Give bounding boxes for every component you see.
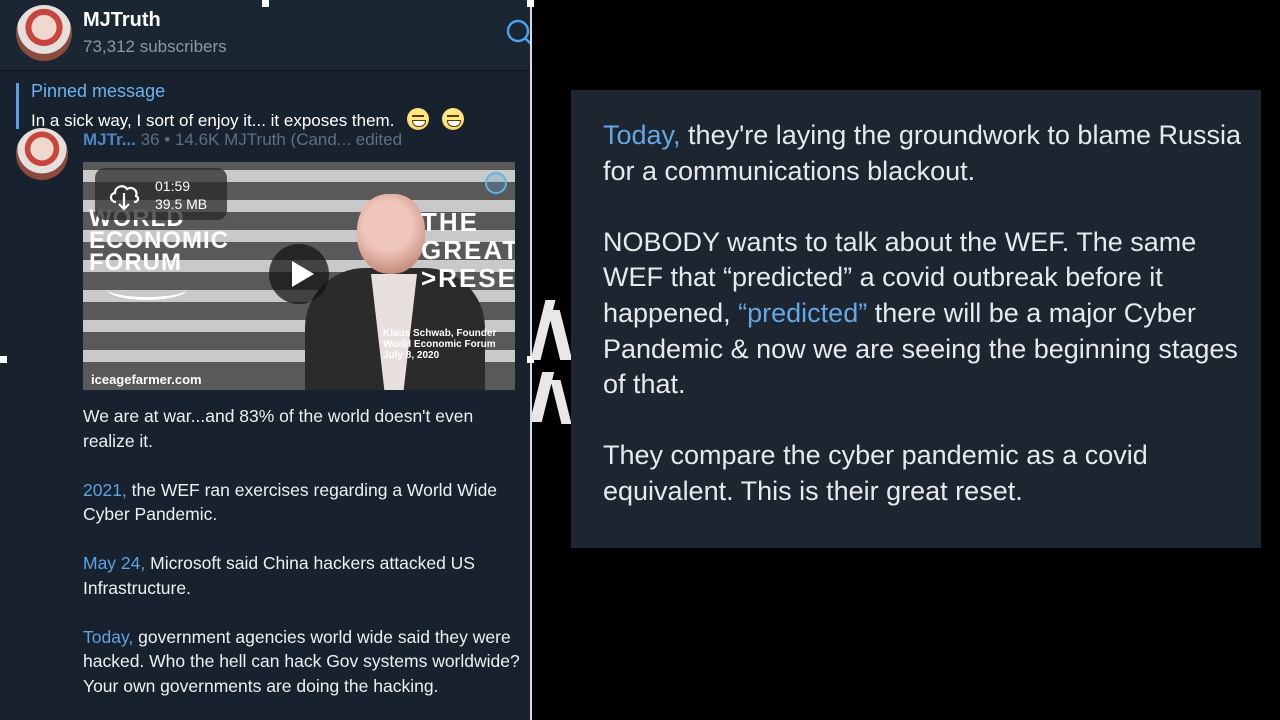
- caption-line: Klaus Schwab, Founder: [383, 328, 497, 339]
- post-text: We are at war...and 83% of the world doe…: [83, 404, 523, 720]
- quote-slide: Today, they're laying the groundwork to …: [571, 90, 1261, 548]
- play-button[interactable]: [269, 244, 329, 304]
- slide-highlight: “predicted”: [738, 297, 868, 328]
- post-paragraph: 2021, the WEF ran exercises regarding a …: [83, 478, 523, 527]
- video-thumbnail[interactable]: WORLD ECONOMIC FORUM THE GREAT >RESET Kl…: [83, 162, 515, 390]
- wef-logo-line: FORUM: [89, 249, 182, 276]
- great-reset-line: >RESET: [421, 263, 515, 293]
- pinned-title: Pinned message: [31, 81, 166, 101]
- slide-paragraph: They compare the cyber pandemic as a cov…: [603, 438, 1243, 509]
- channel-header[interactable]: MJTruth 73,312 subscribers: [0, 0, 532, 70]
- cloud-download-icon[interactable]: [107, 178, 141, 212]
- great-reset-line: THE: [421, 207, 479, 237]
- grinning-emoji-icon: [407, 108, 430, 130]
- telegram-channel-panel: MJTruth 73,312 subscribers Pinned messag…: [0, 0, 532, 720]
- post-author-name[interactable]: MJTr...: [83, 130, 136, 148]
- post-paragraph-highlight: May 24,: [83, 553, 146, 573]
- selection-handle[interactable]: [527, 0, 534, 7]
- subscriber-count: 73,312 subscribers: [83, 37, 227, 56]
- post-paragraph-text: the WEF ran exercises regarding a World …: [83, 479, 498, 525]
- post-paragraph-highlight: Today,: [83, 626, 134, 647]
- channel-name[interactable]: MJTruth: [83, 9, 161, 32]
- video-duration: 01:59: [155, 178, 191, 194]
- selection-handle[interactable]: [0, 356, 7, 363]
- search-icon[interactable]: [505, 18, 532, 46]
- post-paragraph-text: We are at war...and 83% of the world doe…: [83, 406, 474, 451]
- slide-paragraph: NOBODY wants to talk about the WEF. The …: [603, 225, 1243, 403]
- selection-handle[interactable]: [262, 0, 269, 7]
- post-meta-stats: 36 • 14.6K MJTruth (Cand... edited: [140, 130, 403, 148]
- speaker-head: [357, 194, 425, 274]
- grinning-emoji-icon: [441, 108, 464, 130]
- caption-line: July 8, 2020: [383, 350, 440, 361]
- post-paragraph-highlight: 2021,: [83, 479, 127, 500]
- post-paragraph: We are at war...and 83% of the world doe…: [83, 404, 523, 453]
- post-paragraph-text: government agencies world wide said they…: [83, 626, 520, 696]
- slide-paragraph-text: They compare the cyber pandemic as a cov…: [603, 440, 1148, 506]
- post-paragraph: May 24, Microsoft said China hackers att…: [83, 551, 523, 600]
- letter-fragment: [550, 380, 572, 424]
- video-caption: Klaus Schwab, Founder World Economic For…: [383, 328, 496, 361]
- pinned-message-text: In a sick way, I sort of enjoy it... it …: [31, 111, 395, 130]
- caption-line: World Economic Forum: [383, 339, 496, 350]
- autoplay-icon[interactable]: [485, 172, 507, 194]
- post-paragraph: Today, government agencies world wide sa…: [83, 625, 523, 699]
- letter-fragment: [547, 310, 572, 360]
- post-author-avatar[interactable]: [16, 128, 68, 180]
- slide-paragraph: Today, they're laying the groundwork to …: [603, 118, 1243, 189]
- great-reset-line: GREAT: [421, 235, 515, 265]
- pinned-accent-bar: [16, 83, 19, 129]
- channel-avatar[interactable]: [16, 5, 72, 61]
- pinned-message-bar[interactable]: Pinned message In a sick way, I sort of …: [0, 70, 532, 132]
- background-letter-fragments: [532, 300, 572, 430]
- slide-paragraph-text: they're laying the groundwork to blame R…: [603, 120, 1241, 186]
- pinned-text: In a sick way, I sort of enjoy it... it …: [31, 108, 464, 131]
- slide-text: Today, they're laying the groundwork to …: [603, 118, 1243, 545]
- slide-highlight: Today,: [603, 120, 681, 150]
- video-file-size: 39.5 MB: [155, 196, 208, 212]
- wef-logo-arc: [107, 278, 187, 300]
- video-download-badge[interactable]: 01:59 39.5 MB: [95, 168, 227, 220]
- great-reset-title: THE GREAT >RESET: [421, 208, 515, 292]
- video-watermark: iceagefarmer.com: [91, 372, 202, 387]
- post-meta: MJTr... 36 • 14.6K MJTruth (Cand... edit…: [83, 130, 532, 148]
